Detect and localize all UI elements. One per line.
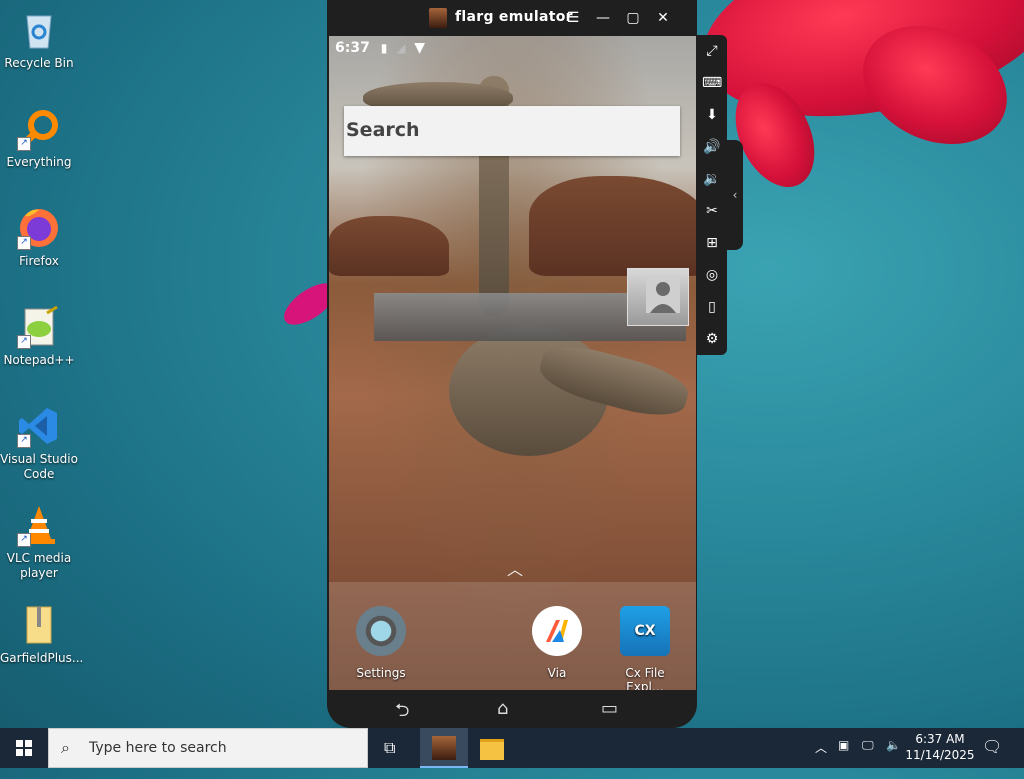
desktop-icon-garfieldplus[interactable]: GarfieldPlus...: [0, 603, 83, 666]
shortcut-arrow-icon: ↗: [17, 137, 31, 151]
notifications-icon[interactable]: 🗨: [982, 737, 1002, 777]
multi-instance-icon[interactable]: ⊞: [702, 233, 722, 253]
desktop-icon-visual-studio-code[interactable]: ↗ Visual Studio Code: [0, 404, 78, 482]
volume-muted-icon[interactable]: 🔈: [886, 738, 901, 778]
settings-icon[interactable]: ⚙: [702, 329, 722, 349]
app-label: Settings: [356, 666, 406, 680]
app-cx-file-explorer[interactable]: CX Cx File Expl…: [605, 606, 685, 690]
shake-icon[interactable]: ▯: [702, 297, 722, 317]
signal-icon: ◢: [396, 41, 406, 55]
minimize-icon[interactable]: —: [593, 8, 613, 28]
emulator-titlebar[interactable]: flarg emulator ☰ — ▢ ✕: [327, 0, 697, 36]
desktop-icon-everything[interactable]: ↗ Everything: [0, 107, 78, 170]
close-icon[interactable]: ✕: [653, 8, 673, 28]
wallpaper-mesa: [529, 176, 696, 276]
emulator-side-toolbar: ⤢ ⌨ ⬇ 🔊 🔉 ✂ ⊞ ◎ ▯ ⚙: [697, 35, 727, 355]
volume-up-icon[interactable]: 🔊: [702, 137, 722, 157]
maximize-icon[interactable]: ▢: [623, 8, 643, 28]
search-icon: ⌕: [61, 738, 70, 757]
task-view-icon: ⧉: [384, 738, 396, 757]
screenshot-icon[interactable]: ✂: [702, 201, 722, 221]
clock-date: 11/14/2025: [905, 748, 975, 762]
apk-install-icon[interactable]: ⬇: [702, 105, 722, 125]
wallpaper-mesa: [329, 216, 449, 276]
via-browser-icon: [532, 606, 582, 656]
desktop-icon-notepad-plus-plus[interactable]: ↗ Notepad++: [0, 305, 78, 368]
status-time: 6:37: [335, 40, 370, 56]
desktop-icon-vlc[interactable]: ↗ VLC media player: [0, 503, 78, 581]
start-button[interactable]: [0, 728, 48, 768]
home-dock: Settings Via CX Cx File Expl…: [329, 582, 696, 690]
vscode-icon: ↗: [17, 404, 61, 448]
home-icon[interactable]: ⌂: [497, 698, 508, 719]
wifi-icon: ▼: [414, 40, 426, 56]
volume-down-icon[interactable]: 🔉: [702, 169, 722, 189]
recycle-bin-icon: [17, 8, 61, 52]
taskbar-app-emulator[interactable]: [420, 728, 468, 768]
settings-icon: [356, 606, 406, 656]
app-label: Cx File Expl…: [625, 666, 665, 690]
keyboard-icon[interactable]: ⌨: [702, 73, 722, 93]
menu-icon[interactable]: ☰: [563, 8, 583, 28]
recents-icon[interactable]: ▭: [601, 698, 618, 719]
search-widget[interactable]: Search: [344, 106, 680, 156]
vlc-cone-icon: ↗: [17, 503, 61, 547]
status-bar: 6:37 ▮ ◢ ▼: [335, 40, 425, 56]
task-view-button[interactable]: ⧉: [368, 728, 416, 768]
android-home-screen[interactable]: 6:37 ▮ ◢ ▼ Search ︿ Settings Via CX Cx F…: [329, 36, 696, 690]
app-drawer-arrow-icon[interactable]: ︿: [507, 556, 523, 580]
app-settings[interactable]: Settings: [341, 606, 421, 680]
taskbar: ⌕ Type here to search ⧉ ︿ ▣ 🖵 🔈 6:37 AM …: [0, 728, 1024, 768]
folder-zip-icon: [17, 603, 61, 647]
clock-time: 6:37 AM: [915, 732, 965, 746]
notepad-plus-plus-icon: ↗: [17, 305, 61, 349]
emulator-title: flarg emulator: [455, 9, 573, 25]
everything-search-icon: ↗: [17, 107, 61, 151]
battery-icon: ▮: [380, 41, 388, 55]
back-icon[interactable]: ⮌: [395, 698, 409, 728]
fullscreen-icon[interactable]: ⤢: [702, 41, 722, 61]
windows-logo-icon: [16, 740, 32, 756]
network-icon[interactable]: 🖵: [862, 738, 874, 778]
taskbar-search-input[interactable]: ⌕ Type here to search: [48, 728, 368, 768]
app-via[interactable]: Via: [517, 606, 597, 680]
firefox-icon: ↗: [17, 206, 61, 250]
folder-icon: [480, 739, 504, 760]
shortcut-arrow-icon: ↗: [17, 434, 31, 448]
android-nav-bar: ⮌ ⌂ ▭: [327, 690, 697, 728]
collapse-toolbar-icon[interactable]: ‹: [727, 140, 743, 250]
system-clock[interactable]: 6:37 AM 11/14/2025: [905, 731, 975, 763]
emulator-logo-icon: [429, 8, 447, 28]
search-placeholder: Type here to search: [89, 740, 227, 756]
shortcut-arrow-icon: ↗: [17, 236, 31, 250]
emulator-window: flarg emulator ☰ — ▢ ✕ 6:37 ▮ ◢ ▼ Search…: [327, 0, 697, 728]
desktop-icon-firefox[interactable]: ↗ Firefox: [0, 206, 78, 269]
location-icon[interactable]: ◎: [702, 265, 722, 285]
emulator-app-icon: [432, 736, 456, 760]
contact-person-icon: [646, 275, 680, 313]
app-label: Via: [547, 666, 567, 680]
desktop-icon-recycle-bin[interactable]: Recycle Bin: [0, 8, 78, 71]
cx-file-explorer-icon: CX: [620, 606, 670, 656]
taskbar-app-file-explorer[interactable]: [468, 728, 516, 768]
contact-widget[interactable]: [627, 268, 689, 326]
search-label: Search: [346, 119, 420, 141]
shortcut-arrow-icon: ↗: [17, 533, 31, 547]
show-hidden-icons-icon[interactable]: ︿: [815, 739, 827, 779]
shortcut-arrow-icon: ↗: [17, 335, 31, 349]
security-icon[interactable]: ▣: [838, 738, 849, 778]
